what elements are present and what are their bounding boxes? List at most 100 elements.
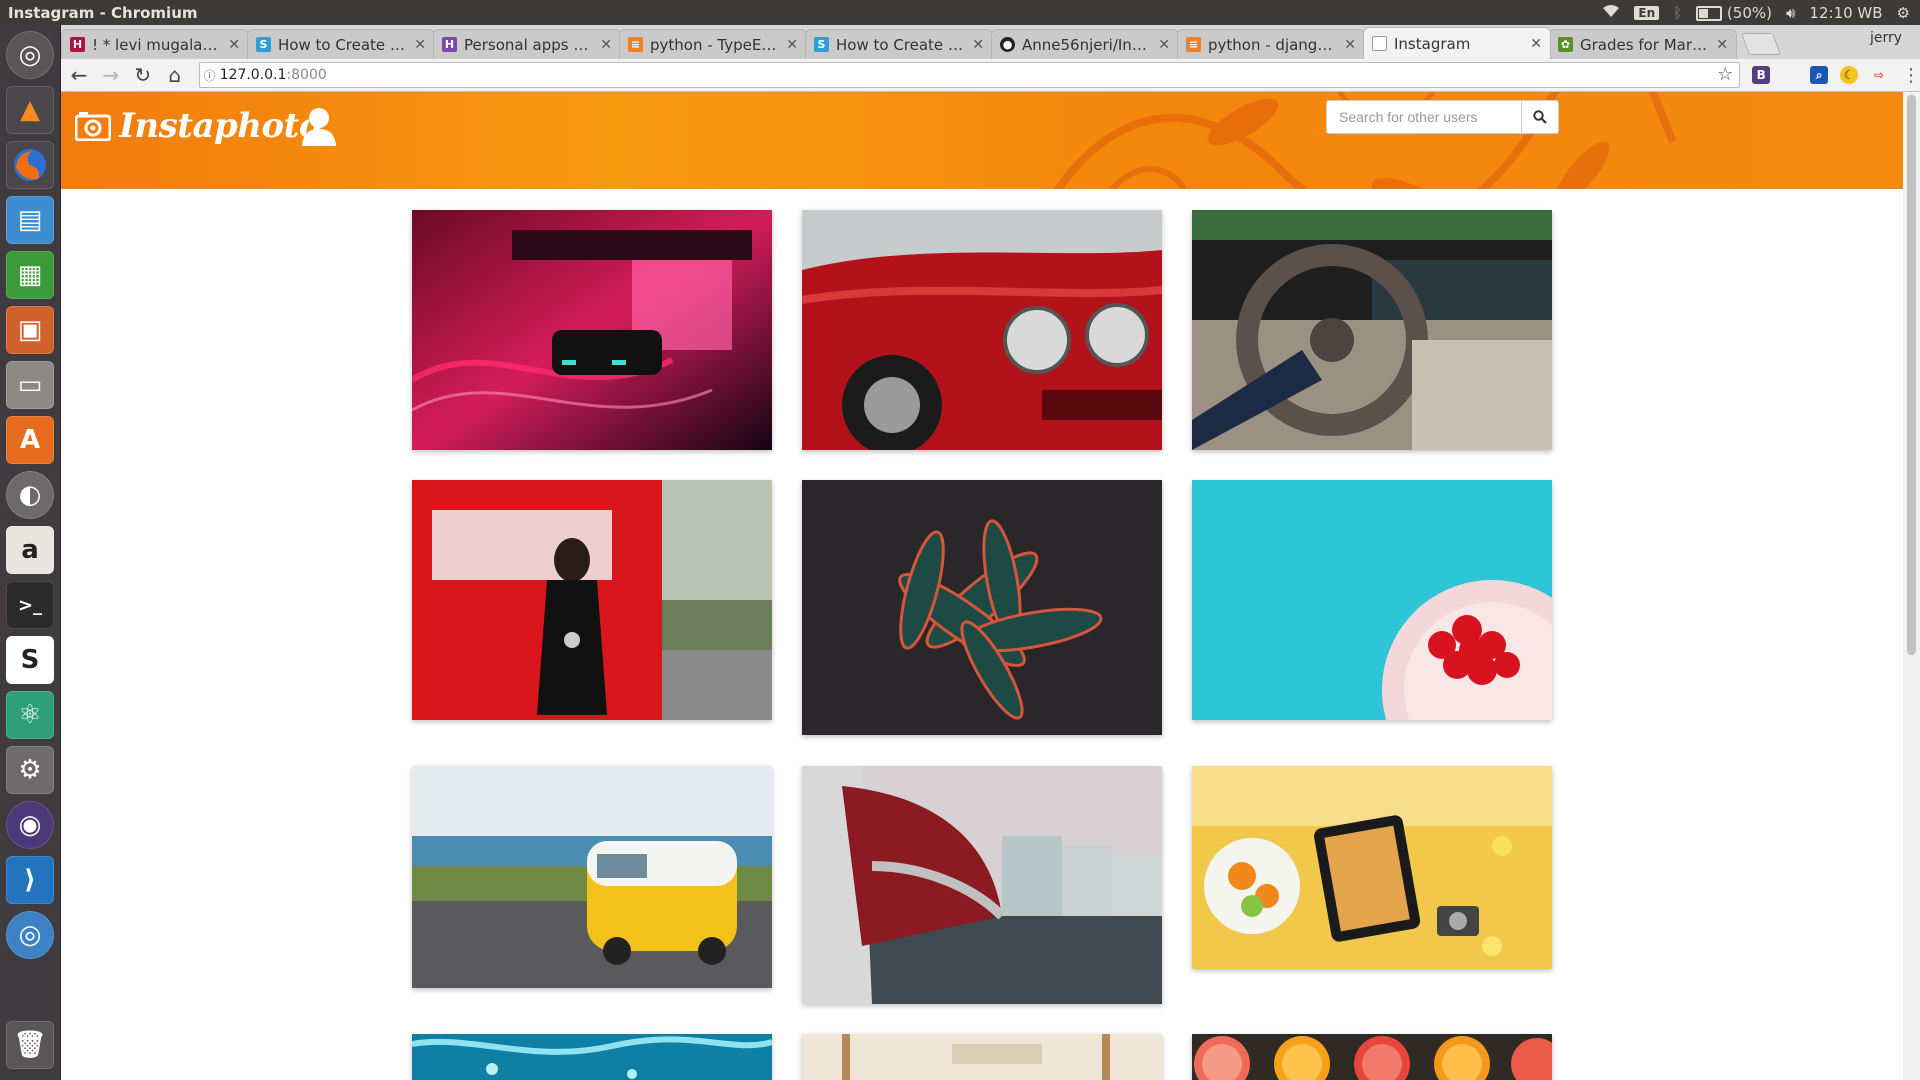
tab-title: python - django - de <box>1208 35 1337 54</box>
dash-home-icon[interactable]: ◎ <box>6 31 54 79</box>
user-profile-icon[interactable] <box>301 106 337 150</box>
tab-favicon-icon: S <box>814 37 829 52</box>
eclipse-icon[interactable]: ◉ <box>6 801 54 849</box>
battery-indicator[interactable]: (50%) <box>1696 4 1772 22</box>
libreoffice-writer-icon[interactable]: ▤ <box>6 196 54 244</box>
browser-tab-active[interactable]: Instagram ✕ <box>1363 27 1551 59</box>
gallery-photo-tablet-fruit[interactable] <box>1192 766 1552 969</box>
gallery-photo-yellow-vw-van[interactable] <box>412 766 772 988</box>
tab-title: Personal apps | Her <box>464 35 593 54</box>
gallery-photo-underwater[interactable] <box>412 1034 772 1080</box>
tab-close-icon[interactable]: ✕ <box>1716 37 1728 53</box>
tab-favicon-icon: ≡ <box>628 37 643 52</box>
search-extension-icon[interactable]: ⌕ <box>1810 66 1829 84</box>
arrow-extension-icon[interactable]: ⇨ <box>1870 66 1888 84</box>
gallery-photo-dark-plant[interactable] <box>802 480 1162 735</box>
site-navbar: Instaphoto <box>61 92 1903 189</box>
wifi-icon[interactable] <box>1602 4 1620 22</box>
page-scrollbar[interactable] <box>1903 92 1920 1080</box>
clock[interactable]: 12:10 WB <box>1809 4 1882 22</box>
browser-menu-icon[interactable]: ⋮ <box>1902 65 1920 86</box>
libreoffice-calc-icon[interactable]: ▦ <box>6 251 54 299</box>
url-port: :8000 <box>286 67 327 83</box>
browser-tab[interactable]: H Personal apps | Her ✕ <box>433 29 621 59</box>
bluetooth-icon[interactable]: ᛒ <box>1673 4 1682 22</box>
reload-icon[interactable]: ↻ <box>129 61 157 89</box>
browser-tab[interactable]: ≡ python - django - de ✕ <box>1177 29 1365 59</box>
home-icon[interactable]: ⌂ <box>161 61 189 89</box>
gallery-photo-citrus[interactable] <box>1192 1034 1552 1080</box>
search-icon <box>1533 110 1547 124</box>
page-viewport: Instaphoto <box>61 92 1903 1080</box>
tab-close-icon[interactable]: ✕ <box>1344 37 1356 53</box>
search-button[interactable] <box>1521 100 1559 134</box>
browser-tab[interactable]: ✿ Grades for Maryann ✕ <box>1549 29 1737 59</box>
tab-title: How to Create User <box>278 35 408 54</box>
forward-arrow-icon[interactable]: → <box>97 61 125 89</box>
scrollbar-thumb[interactable] <box>1907 95 1916 655</box>
tab-title: Instagram <box>1394 34 1471 53</box>
system-settings-icon[interactable]: ⚙ <box>6 746 54 794</box>
site-info-icon[interactable]: ⓘ <box>200 67 220 84</box>
gallery-photo-strawberries[interactable] <box>1192 480 1552 720</box>
settings-gear-icon[interactable]: ⚙ <box>1897 4 1910 22</box>
user-search-form <box>1326 100 1559 134</box>
back-arrow-icon[interactable]: ← <box>65 61 93 89</box>
browser-tab[interactable]: S How to Create User ✕ <box>805 29 993 59</box>
tab-title: How to Create User <box>836 35 966 54</box>
tab-close-icon[interactable]: ✕ <box>972 37 984 53</box>
browser-tab[interactable]: ≡ python - TypeError ✕ <box>619 29 807 59</box>
tab-close-icon[interactable]: ✕ <box>414 37 426 53</box>
browser-tab[interactable]: ● Anne56njeri/Instag ✕ <box>991 29 1179 59</box>
gallery-photo-cafe-sign[interactable] <box>802 1034 1162 1080</box>
browser-toolbar: ← → ↻ ⌂ ⓘ 127.0.0.1:8000 ☆ B ⌕ ☾ ⇨ ⋮ <box>61 59 1920 92</box>
files-icon[interactable]: ▭ <box>6 361 54 409</box>
trash-icon[interactable]: 🗑︎ <box>6 1021 54 1069</box>
tab-favicon-icon: ≡ <box>1186 37 1201 52</box>
tab-close-icon[interactable]: ✕ <box>1158 37 1170 53</box>
browser-profile-name[interactable]: jerry <box>1870 30 1902 46</box>
volume-icon[interactable]: 🔊︎ <box>1786 4 1795 22</box>
gallery-photo-steering-wheel[interactable] <box>1192 210 1552 450</box>
terminal-icon[interactable]: >_ <box>6 581 54 629</box>
tab-favicon-icon: ● <box>1000 37 1015 52</box>
disk-icon[interactable]: ◐ <box>6 471 54 519</box>
bootstrap-extension-icon[interactable]: B <box>1752 66 1771 84</box>
tab-title: Grades for Maryann <box>1580 35 1710 54</box>
address-bar[interactable]: ⓘ 127.0.0.1:8000 ☆ <box>198 62 1741 88</box>
browser-tab[interactable]: S How to Create User ✕ <box>247 29 435 59</box>
firefox-icon[interactable] <box>6 141 54 189</box>
camera-icon <box>75 112 111 141</box>
tab-close-icon[interactable]: ✕ <box>600 37 612 53</box>
gallery-photo-vintage-cars-row[interactable] <box>802 766 1162 1004</box>
browser-tab[interactable]: H ! * levi mugala. | Mo ✕ <box>61 29 249 59</box>
atom-icon[interactable]: ⚛ <box>6 691 54 739</box>
slack-icon[interactable]: S <box>6 636 54 684</box>
window-title: Instagram - Chromium <box>8 3 198 22</box>
gallery-photo-woman-red-van[interactable] <box>412 480 772 720</box>
vscode-icon[interactable]: ⟩ <box>6 856 54 904</box>
gallery-photo-red-firebird[interactable] <box>802 210 1162 450</box>
amazon-icon[interactable]: a <box>6 526 54 574</box>
tab-close-icon[interactable]: ✕ <box>786 37 798 53</box>
moon-extension-icon[interactable]: ☾ <box>1840 66 1859 84</box>
tab-title: ! * levi mugala. | Mo <box>92 35 221 54</box>
vlc-icon[interactable]: ▲ <box>6 86 54 134</box>
brand-link[interactable]: Instaphoto <box>75 106 322 146</box>
tab-favicon-icon <box>1372 36 1387 51</box>
tab-favicon-icon: H <box>442 37 457 52</box>
keyboard-layout-indicator[interactable]: En <box>1634 5 1660 20</box>
libreoffice-impress-icon[interactable]: ▣ <box>6 306 54 354</box>
tab-close-icon[interactable]: ✕ <box>228 37 240 53</box>
browser-tab-strip: H ! * levi mugala. | Mo ✕ S How to Creat… <box>61 25 1920 59</box>
software-center-icon[interactable]: A <box>6 416 54 464</box>
chromium-icon[interactable]: ◎ <box>6 911 54 959</box>
bookmark-star-icon[interactable]: ☆ <box>1717 64 1733 85</box>
battery-percent: (50%) <box>1726 3 1772 22</box>
tab-close-icon[interactable]: ✕ <box>1530 36 1542 52</box>
gallery-photo-neon-garage[interactable] <box>412 210 772 450</box>
tab-favicon-icon: H <box>70 37 85 52</box>
user-search-input[interactable] <box>1326 100 1521 134</box>
new-tab-button[interactable] <box>1740 33 1782 55</box>
tab-favicon-icon: S <box>256 37 271 52</box>
